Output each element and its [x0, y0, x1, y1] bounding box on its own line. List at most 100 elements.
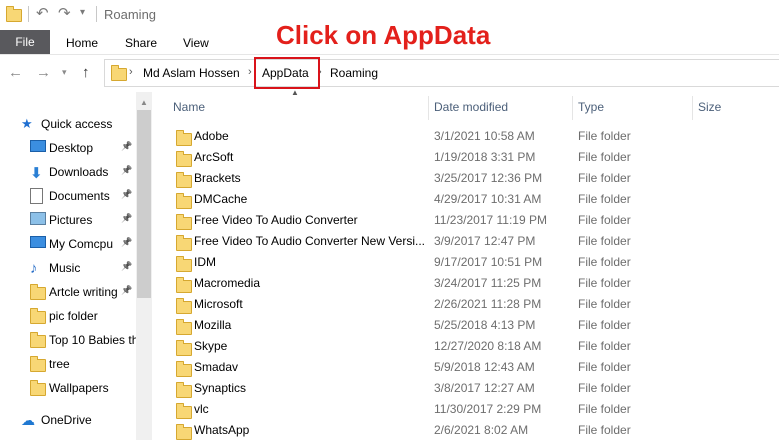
- sidebar-item[interactable]: My Comcpu 📌: [0, 232, 136, 256]
- file-type: File folder: [578, 381, 631, 395]
- sidebar-item[interactable]: Wallpapers: [0, 376, 136, 400]
- file-name: WhatsApp: [194, 423, 250, 437]
- file-date: 11/30/2017 2:29 PM: [434, 402, 542, 416]
- sidebar-item-label: Quick access: [41, 117, 113, 131]
- file-date: 11/23/2017 11:19 PM: [434, 213, 547, 227]
- sidebar-item[interactable]: ⬇ Downloads 📌: [0, 160, 136, 184]
- tab-home[interactable]: Home: [66, 36, 98, 50]
- file-type: File folder: [578, 402, 631, 416]
- tab-share[interactable]: Share: [125, 36, 157, 50]
- back-icon[interactable]: ←: [8, 64, 23, 81]
- sidebar-item-label: My Comcpu: [49, 237, 114, 251]
- tab-file[interactable]: File: [0, 30, 50, 54]
- pin-icon[interactable]: 📌: [121, 213, 132, 224]
- file-row[interactable]: Free Video To Audio Converter New Versi.…: [166, 230, 779, 251]
- file-name: Brackets: [194, 171, 241, 185]
- file-name: Smadav: [194, 360, 239, 374]
- file-name: Free Video To Audio Converter: [194, 213, 358, 227]
- pin-icon[interactable]: 📌: [121, 285, 132, 296]
- folder-icon: [176, 151, 192, 167]
- folder-icon: [30, 308, 46, 324]
- pin-icon[interactable]: 📌: [121, 237, 132, 248]
- folder-icon: [176, 214, 192, 230]
- sidebar-item[interactable]: Artcle writing 📌: [0, 280, 136, 304]
- column-divider[interactable]: [692, 96, 693, 120]
- sidebar-item[interactable]: pic folder: [0, 304, 136, 328]
- customize-toolbar-icon[interactable]: ▾: [80, 7, 85, 18]
- scroll-up-icon[interactable]: ▲: [140, 98, 148, 107]
- file-row[interactable]: Free Video To Audio Converter 11/23/2017 …: [166, 209, 779, 230]
- sort-ascending-icon: ▲: [291, 88, 299, 97]
- file-row[interactable]: Microsoft 2/26/2021 11:28 PM File folder: [166, 293, 779, 314]
- recent-locations-icon[interactable]: ▾: [62, 67, 67, 78]
- column-header-size[interactable]: Size: [698, 100, 721, 118]
- music-icon: ♪: [30, 260, 38, 277]
- forward-icon[interactable]: →: [36, 64, 51, 81]
- file-row[interactable]: Synaptics 3/8/2017 12:27 AM File folder: [166, 377, 779, 398]
- folder-icon: [176, 361, 192, 377]
- sidebar-item[interactable]: Documents 📌: [0, 184, 136, 208]
- cloud-icon: ☁: [21, 412, 35, 428]
- tab-view[interactable]: View: [183, 36, 209, 50]
- undo-icon[interactable]: ↶: [36, 4, 49, 22]
- folder-icon: [30, 356, 46, 372]
- file-row[interactable]: Skype 12/27/2020 8:18 AM File folder: [166, 335, 779, 356]
- address-bar[interactable]: › Md Aslam Hossen › AppData › Roaming: [104, 59, 779, 87]
- redo-icon[interactable]: ↷: [58, 4, 71, 22]
- sidebar-item[interactable]: Desktop 📌: [0, 136, 136, 160]
- file-type: File folder: [578, 339, 631, 353]
- document-icon: [30, 188, 44, 204]
- file-row[interactable]: Macromedia 3/24/2017 11:25 PM File folder: [166, 272, 779, 293]
- pin-icon[interactable]: 📌: [121, 141, 132, 152]
- column-divider[interactable]: [572, 96, 573, 120]
- folder-icon: [176, 130, 192, 146]
- file-row[interactable]: DMCache 4/29/2017 10:31 AM File folder: [166, 188, 779, 209]
- folder-icon: [176, 319, 192, 335]
- breadcrumb-roaming[interactable]: Roaming: [330, 66, 378, 80]
- file-date: 3/25/2017 12:36 PM: [434, 171, 543, 185]
- up-icon[interactable]: ↑: [82, 64, 90, 81]
- sidebar-item[interactable]: ☁ OneDrive: [0, 408, 136, 432]
- folder-icon: [30, 380, 46, 396]
- sidebar-scroll-thumb[interactable]: [137, 110, 151, 298]
- file-date: 3/24/2017 11:25 PM: [434, 276, 542, 290]
- chevron-right-icon[interactable]: ›: [248, 66, 252, 78]
- sidebar-item-label: Music: [49, 261, 81, 275]
- file-row[interactable]: IDM 9/17/2017 10:51 PM File folder: [166, 251, 779, 272]
- file-date: 12/27/2020 8:18 AM: [434, 339, 542, 353]
- file-row[interactable]: Smadav 5/9/2018 12:43 AM File folder: [166, 356, 779, 377]
- column-header-date[interactable]: Date modified: [434, 100, 508, 118]
- column-header-type[interactable]: Type: [578, 100, 604, 118]
- folder-icon: [176, 172, 192, 188]
- file-name: Microsoft: [194, 297, 243, 311]
- sidebar-item-label: Pictures: [49, 213, 93, 227]
- pin-icon[interactable]: 📌: [121, 165, 132, 176]
- file-row[interactable]: WhatsApp 2/6/2021 8:02 AM File folder: [166, 419, 779, 440]
- sidebar-item-label: Artcle writing: [49, 285, 118, 299]
- navigation-pane: ★ Quick access Desktop 📌 ⬇ Downloads 📌 Document…: [0, 92, 152, 440]
- sidebar-item-label: Downloads: [49, 165, 109, 179]
- folder-icon: [30, 284, 46, 300]
- sidebar-item[interactable]: ★ Quick access: [0, 112, 136, 136]
- column-header-name[interactable]: Name: [173, 100, 205, 118]
- file-row[interactable]: ArcSoft 1/19/2018 3:31 PM File folder: [166, 146, 779, 167]
- computer-icon: [30, 236, 46, 250]
- file-row[interactable]: Adobe 3/1/2021 10:58 AM File folder: [166, 125, 779, 146]
- file-name: Macromedia: [194, 276, 261, 290]
- file-row[interactable]: Brackets 3/25/2017 12:36 PM File folder: [166, 167, 779, 188]
- pin-icon[interactable]: 📌: [121, 189, 132, 200]
- breadcrumb-user[interactable]: Md Aslam Hossen: [143, 66, 240, 80]
- sidebar-item[interactable]: ♪ Music 📌: [0, 256, 136, 280]
- file-row[interactable]: vlc 11/30/2017 2:29 PM File folder: [166, 398, 779, 419]
- sidebar-item[interactable]: tree: [0, 352, 136, 376]
- sidebar-item-label: Documents: [49, 189, 110, 203]
- chevron-right-icon[interactable]: ›: [129, 66, 133, 78]
- file-type: File folder: [578, 360, 631, 374]
- column-divider[interactable]: [428, 96, 429, 120]
- sidebar-item[interactable]: Pictures 📌: [0, 208, 136, 232]
- folder-icon: [6, 6, 22, 22]
- file-row[interactable]: Mozilla 5/25/2018 4:13 PM File folder: [166, 314, 779, 335]
- sidebar-item[interactable]: Top 10 Babies th: [0, 328, 136, 352]
- file-name: Adobe: [194, 129, 229, 143]
- pin-icon[interactable]: 📌: [121, 261, 132, 272]
